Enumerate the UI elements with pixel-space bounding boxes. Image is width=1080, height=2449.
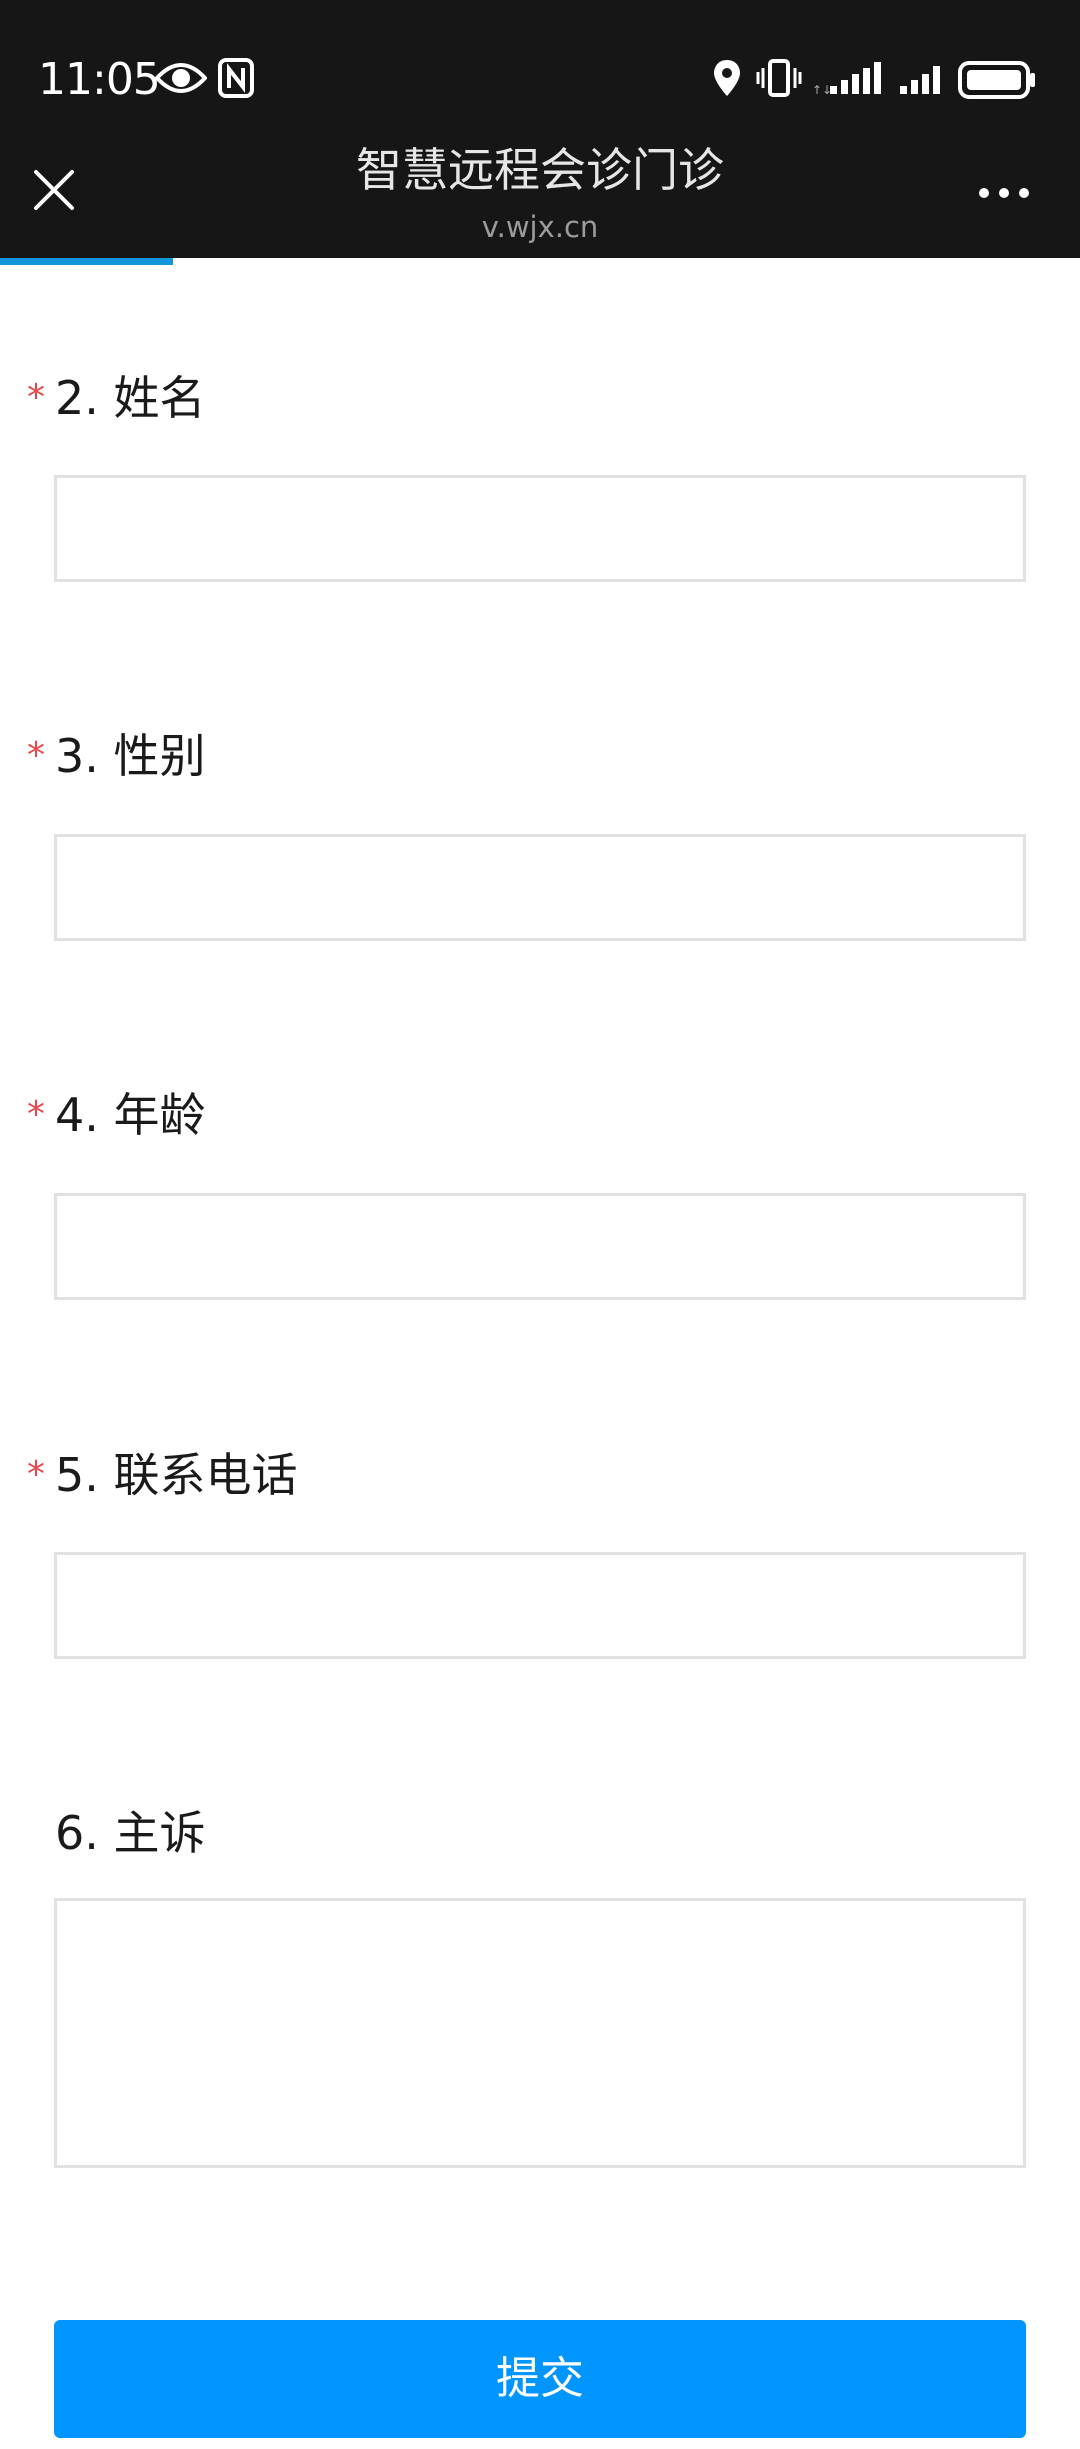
close-icon xyxy=(24,170,84,224)
status-time: 11:05 xyxy=(38,54,161,105)
name-input[interactable] xyxy=(54,475,1026,582)
top-bar: 11:05 ↑↓ 智慧远程会诊门诊 v.wjx.cn xyxy=(0,0,1080,258)
page-url: v.wjx.cn xyxy=(481,210,599,244)
question-label: 2. 姓名 xyxy=(55,371,206,425)
submit-button[interactable]: 提交 xyxy=(54,2320,1026,2438)
battery-icon xyxy=(958,60,1038,104)
progress-bar xyxy=(0,258,173,265)
required-mark: * xyxy=(27,1094,45,1135)
required-mark: * xyxy=(27,377,45,418)
svg-text:↑↓: ↑↓ xyxy=(812,83,832,96)
signal-icon: ↑↓ xyxy=(812,60,884,100)
age-input[interactable] xyxy=(54,1193,1026,1300)
required-mark: * xyxy=(27,1454,45,1495)
phone-input[interactable] xyxy=(54,1552,1026,1659)
nfc-icon xyxy=(218,58,254,102)
question-label: 5. 联系电话 xyxy=(55,1448,298,1502)
gender-input[interactable] xyxy=(54,834,1026,941)
eye-icon xyxy=(154,58,208,102)
vibrate-icon xyxy=(756,58,802,102)
question-label: 3. 性别 xyxy=(55,729,206,783)
page-title: 智慧远程会诊门诊 xyxy=(356,143,724,197)
location-icon xyxy=(712,58,742,102)
signal-icon xyxy=(898,60,946,100)
more-button[interactable] xyxy=(974,178,1034,208)
question-label: 4. 年龄 xyxy=(55,1088,206,1142)
more-icon xyxy=(974,188,1034,212)
complaint-textarea[interactable] xyxy=(54,1898,1026,2168)
close-button[interactable] xyxy=(24,160,84,220)
required-mark: * xyxy=(27,735,45,776)
question-label: 6. 主诉 xyxy=(55,1806,206,1860)
